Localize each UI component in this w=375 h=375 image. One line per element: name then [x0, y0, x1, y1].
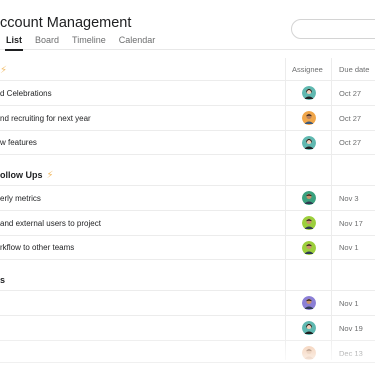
- due-date[interactable]: Nov 1: [339, 243, 359, 252]
- due-date[interactable]: Oct 27: [339, 114, 361, 123]
- tab-board[interactable]: Board: [35, 35, 59, 45]
- task-name[interactable]: d Celebrations: [0, 89, 52, 98]
- task-row[interactable]: rkflow to other teams Nov 1: [0, 235, 375, 260]
- assignee-avatar[interactable]: [302, 86, 316, 100]
- task-row[interactable]: nd recruiting for next year Oct 27: [0, 105, 375, 130]
- task-name[interactable]: nd recruiting for next year: [0, 114, 91, 123]
- due-date[interactable]: Nov 17: [339, 219, 363, 228]
- task-row[interactable]: erly metrics Nov 3: [0, 185, 375, 210]
- project-header: ccount Management List Board Timeline Ca…: [0, 0, 375, 51]
- task-name[interactable]: rkflow to other teams: [0, 243, 74, 252]
- due-date[interactable]: Nov 19: [339, 324, 363, 333]
- task-row[interactable]: w features Oct 27: [0, 130, 375, 155]
- task-row[interactable]: d Celebrations Oct 27: [0, 80, 375, 105]
- task-row[interactable]: Nov 1: [0, 290, 375, 315]
- due-date[interactable]: Oct 27: [339, 138, 361, 147]
- lightning-icon: ⚡: [0, 64, 8, 76]
- assignee-avatar[interactable]: [302, 296, 316, 310]
- task-name[interactable]: erly metrics: [0, 194, 41, 203]
- due-date[interactable]: Oct 27: [339, 89, 361, 98]
- assignee-avatar[interactable]: [302, 216, 316, 230]
- bottom-bar: [0, 362, 375, 375]
- assignee-avatar[interactable]: [302, 191, 316, 205]
- due-date[interactable]: Nov 1: [339, 299, 359, 308]
- tab-timeline[interactable]: Timeline: [72, 35, 106, 45]
- project-title: ccount Management: [0, 15, 132, 31]
- task-row[interactable]: and external users to project Nov 17: [0, 210, 375, 235]
- lightning-icon: ⚡: [46, 169, 54, 181]
- section-title: s: [0, 275, 6, 285]
- assignee-avatar[interactable]: [302, 111, 316, 125]
- section-title: ollow Ups: [0, 170, 43, 180]
- search-input[interactable]: [291, 19, 375, 39]
- tab-list[interactable]: List: [4, 35, 24, 51]
- assignee-avatar[interactable]: [302, 135, 316, 150]
- tab-calendar[interactable]: Calendar: [119, 35, 156, 45]
- view-tabs: List Board Timeline Calendar: [4, 35, 168, 51]
- section-header[interactable]: ⚡: [0, 60, 375, 80]
- assignee-avatar[interactable]: [302, 240, 316, 255]
- assignee-avatar[interactable]: [302, 346, 316, 360]
- due-date[interactable]: Nov 3: [339, 194, 359, 203]
- due-date[interactable]: Dec 13: [339, 349, 363, 358]
- task-name[interactable]: w features: [0, 138, 37, 147]
- assignee-avatar[interactable]: [302, 321, 316, 335]
- task-row[interactable]: Nov 19: [0, 315, 375, 340]
- section-header[interactable]: s: [0, 270, 375, 290]
- task-name[interactable]: and external users to project: [0, 219, 101, 228]
- section-header[interactable]: ollow Ups ⚡: [0, 165, 375, 185]
